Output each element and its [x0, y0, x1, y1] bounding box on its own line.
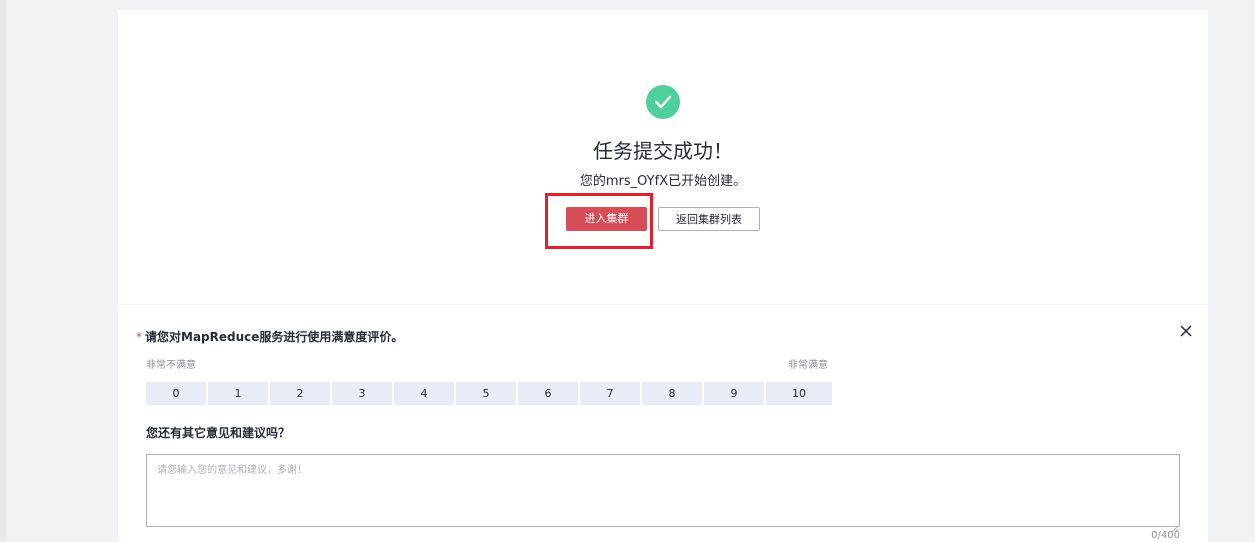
- back-to-cluster-list-button[interactable]: 返回集群列表: [658, 207, 760, 231]
- rating-option-4[interactable]: 4: [394, 382, 454, 405]
- success-title: 任务提交成功！: [593, 139, 733, 163]
- content-card: 任务提交成功！ 您的mrs_OYfX已开始创建。 进入集群 返回集群列表 * 请您…: [118, 10, 1208, 542]
- scale-low-label: 非常不满意: [146, 360, 196, 371]
- scale-high-label: 非常满意: [788, 360, 828, 371]
- rating-option-9[interactable]: 9: [704, 382, 764, 405]
- section-divider: [118, 304, 1208, 305]
- rating-option-2[interactable]: 2: [270, 382, 330, 405]
- success-description: 您的mrs_OYfX已开始创建。: [579, 174, 747, 189]
- satisfaction-question-text: 请您对MapReduce服务进行使用满意度评价。: [145, 330, 404, 344]
- feedback-question: 您还有其它意见和建议吗？: [146, 426, 291, 440]
- left-edge-strip: [0, 0, 6, 542]
- rating-option-0[interactable]: 0: [146, 382, 206, 405]
- rating-option-10[interactable]: 10: [766, 382, 832, 405]
- rating-scale: 0 1 2 3 4 5 6 7 8 9 10: [146, 382, 832, 405]
- check-circle-icon: [646, 85, 680, 119]
- feedback-textarea[interactable]: [146, 454, 1180, 527]
- satisfaction-question: * 请您对MapReduce服务进行使用满意度评价。: [136, 328, 403, 346]
- success-panel: 任务提交成功！ 您的mrs_OYfX已开始创建。 进入集群 返回集群列表: [118, 10, 1208, 304]
- required-mark: *: [136, 330, 142, 344]
- rating-option-7[interactable]: 7: [580, 382, 640, 405]
- enter-cluster-button[interactable]: 进入集群: [566, 207, 647, 231]
- rating-option-6[interactable]: 6: [518, 382, 578, 405]
- rating-option-5[interactable]: 5: [456, 382, 516, 405]
- close-icon[interactable]: [1178, 323, 1194, 339]
- rating-option-1[interactable]: 1: [208, 382, 268, 405]
- rating-option-8[interactable]: 8: [642, 382, 702, 405]
- resize-handle-icon[interactable]: [1171, 518, 1179, 533]
- page: 任务提交成功！ 您的mrs_OYfX已开始创建。 进入集群 返回集群列表 * 请您…: [0, 0, 1255, 542]
- rating-option-3[interactable]: 3: [332, 382, 392, 405]
- character-counter: 0/400: [1151, 530, 1180, 541]
